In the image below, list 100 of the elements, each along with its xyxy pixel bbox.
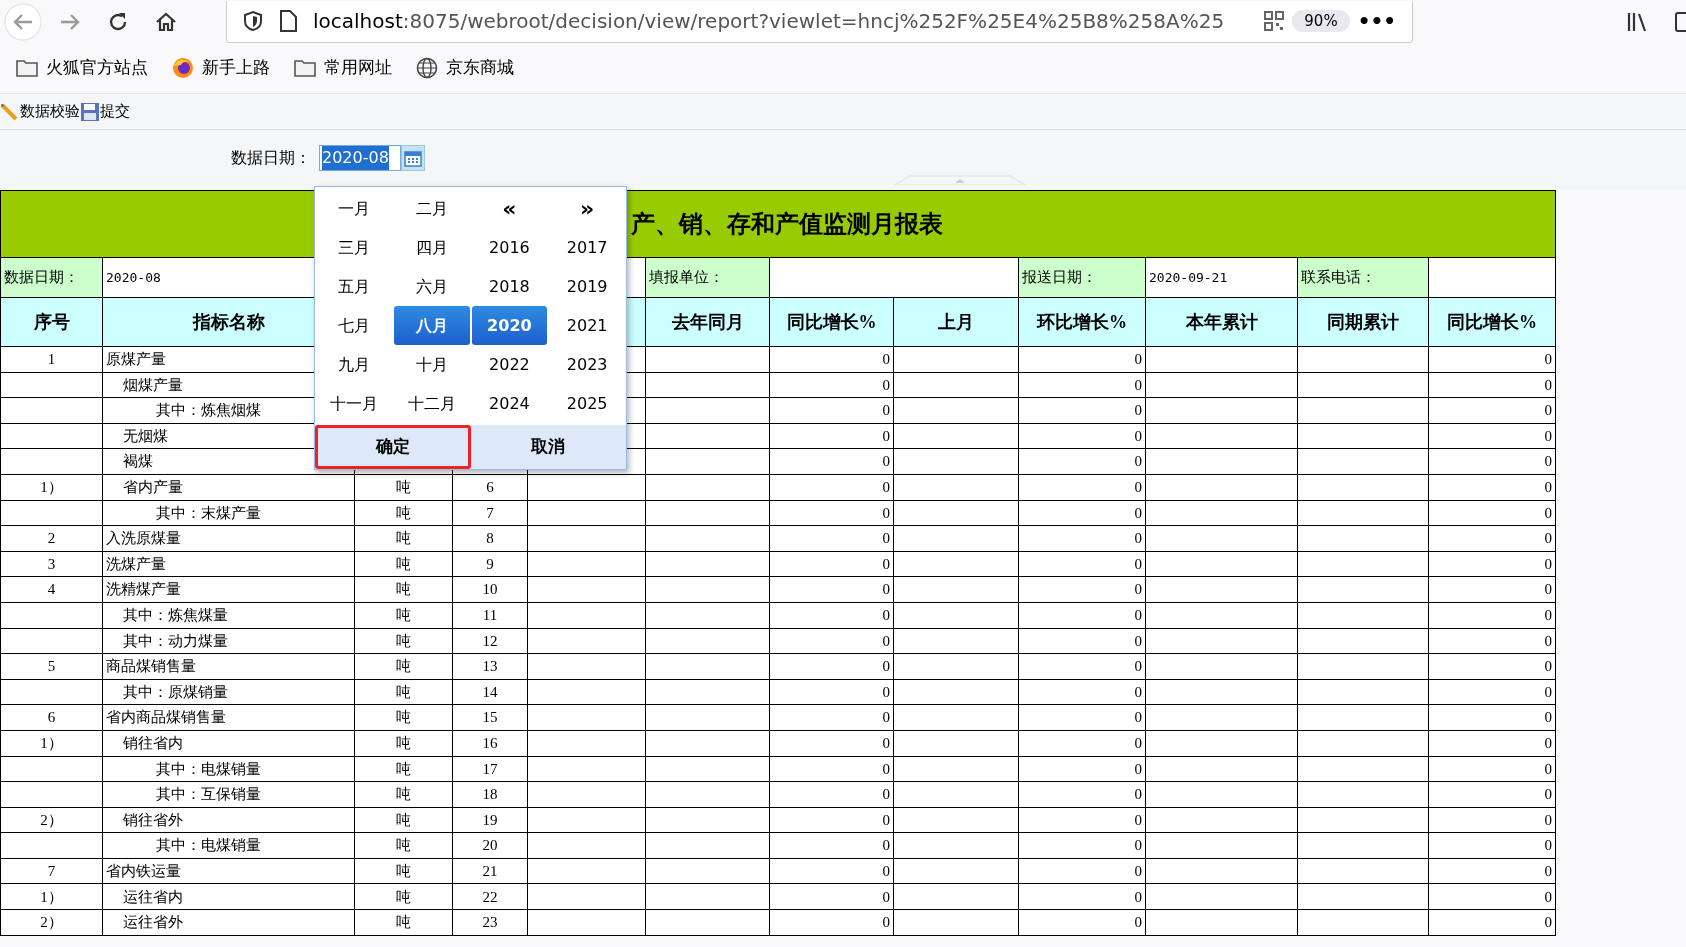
table-cell: 0 — [1018, 909, 1146, 936]
table-cell: 0 — [1018, 525, 1146, 552]
more-menu[interactable]: ••• — [1357, 6, 1396, 36]
shield-icon[interactable] — [243, 10, 263, 32]
bookmark[interactable]: 新手上路 — [172, 55, 270, 81]
table-cell: 吨 — [354, 883, 453, 910]
table-cell: 0 — [769, 832, 894, 859]
table-cell: 吨 — [354, 474, 453, 501]
toolbar-button[interactable]: 提交 — [80, 100, 130, 123]
table-cell: 3 — [0, 551, 103, 577]
table-cell: 0 — [1018, 756, 1146, 782]
bookmark[interactable]: 火狐官方站点 — [16, 55, 148, 81]
table-cell: 0 — [769, 576, 894, 603]
date-field[interactable]: 2020-08 — [319, 145, 401, 171]
picker-option[interactable]: 2022 — [471, 345, 548, 384]
sidebar-icon[interactable] — [1674, 9, 1686, 34]
column-header: 上月 — [893, 297, 1019, 347]
table-cell: 0 — [769, 397, 894, 424]
table-cell: 8 — [452, 525, 528, 552]
previous-button[interactable]: « — [471, 189, 548, 228]
table-cell: 10 — [452, 576, 528, 603]
table-cell: 其中：电煤销量 — [102, 832, 355, 859]
table-cell: 吨 — [354, 653, 453, 680]
table-cell: 销往省内 — [102, 730, 355, 756]
toolbar-button[interactable]: 数据校验 — [0, 100, 80, 123]
picker-option[interactable]: 一月 — [316, 189, 392, 228]
table-cell: 0 — [1428, 883, 1556, 910]
table-cell: 入洗原煤量 — [102, 525, 355, 552]
table-cell: 0 — [769, 909, 894, 936]
table-cell: 0 — [1018, 679, 1146, 705]
bookmark[interactable]: 京东商城 — [416, 55, 514, 81]
table-cell: 商品煤销售量 — [102, 653, 355, 680]
table-cell: 0 — [1018, 423, 1146, 449]
table-cell: 0 — [1018, 551, 1146, 577]
picker-option[interactable]: 2024 — [471, 384, 548, 423]
cancel-button[interactable]: 取消 — [470, 425, 626, 469]
column-header: 同期累计 — [1297, 297, 1429, 347]
table-cell: 0 — [769, 448, 894, 475]
table-cell: 其中：电煤销量 — [102, 756, 355, 782]
table-cell: 0 — [1018, 730, 1146, 756]
table-cell: 0 — [769, 525, 894, 552]
table-cell: 其中：动力煤量 — [102, 628, 355, 654]
table-cell: 20 — [452, 832, 528, 859]
table-cell: 0 — [1428, 679, 1556, 705]
url-host: localhost — [313, 8, 403, 35]
url-field[interactable]: localhost:8075/webroot/decision/view/report?viewlet=hncj%252F%25E4%25B8%258A%25 — [305, 6, 1257, 36]
picker-option[interactable]: 2020 — [471, 306, 548, 345]
folder-icon — [294, 57, 316, 79]
table-cell: 0 — [769, 653, 894, 680]
table-cell: 0 — [1018, 474, 1146, 501]
table-cell: 4 — [0, 576, 103, 603]
table-cell: 吨 — [354, 781, 453, 808]
table-cell: 0 — [1018, 653, 1146, 680]
table-cell: 吨 — [354, 576, 453, 603]
next-button[interactable]: » — [549, 189, 625, 228]
table-cell: 0 — [769, 628, 894, 654]
zoom-level[interactable]: 90% — [1292, 9, 1350, 33]
page-icon — [279, 10, 297, 32]
table-cell: 0 — [769, 807, 894, 833]
table-cell: 0 — [1018, 448, 1146, 475]
table-cell: 0 — [1428, 525, 1556, 552]
table-cell: 0 — [1428, 832, 1556, 859]
table-cell: 0 — [1428, 909, 1556, 936]
table-cell: 0 — [1018, 372, 1146, 398]
table-cell: 2 — [0, 525, 103, 552]
picker-option[interactable]: 2025 — [549, 384, 625, 423]
picker-option[interactable]: 十月 — [393, 345, 470, 384]
picker-option[interactable]: 2023 — [549, 345, 625, 384]
bookmark[interactable]: 常用网址 — [294, 55, 392, 81]
table-cell: 0 — [1428, 602, 1556, 629]
table-cell: 0 — [1428, 372, 1556, 398]
table-cell: 7 — [0, 858, 103, 884]
table-cell: 0 — [1018, 500, 1146, 526]
back-icon[interactable] — [4, 2, 42, 41]
column-header: 序号 — [0, 297, 103, 347]
picker-option[interactable]: 二月 — [393, 189, 470, 228]
picker-option[interactable]: 十二月 — [393, 384, 470, 423]
table-cell: 0 — [1018, 704, 1146, 731]
table-cell: 0 — [1428, 397, 1556, 424]
table-cell: 18 — [452, 781, 528, 808]
table-cell: 1） — [0, 474, 103, 501]
qr-code-icon[interactable] — [1264, 11, 1285, 31]
table-cell: 0 — [1428, 653, 1556, 680]
field-label: 数据日期： — [0, 257, 103, 298]
table-cell: 0 — [1018, 883, 1146, 910]
table-cell: 12 — [452, 628, 528, 654]
calendar-icon — [404, 149, 422, 167]
table-cell: 吨 — [354, 909, 453, 936]
table-cell: 运往省外 — [102, 909, 355, 936]
table-cell: 吨 — [354, 602, 453, 629]
table-cell: 吨 — [354, 704, 453, 731]
picker-option[interactable]: 八月 — [393, 306, 470, 345]
table-cell: 其中：原煤销量 — [102, 679, 355, 705]
table-cell: 省内商品煤销售量 — [102, 704, 355, 731]
table-cell: 运往省内 — [102, 883, 355, 910]
field-label: 联系电话： — [1297, 257, 1429, 298]
table-cell: 吨 — [354, 628, 453, 654]
table-cell: 吨 — [354, 807, 453, 833]
table-cell: 0 — [1018, 576, 1146, 603]
calendar-button[interactable] — [401, 145, 425, 171]
